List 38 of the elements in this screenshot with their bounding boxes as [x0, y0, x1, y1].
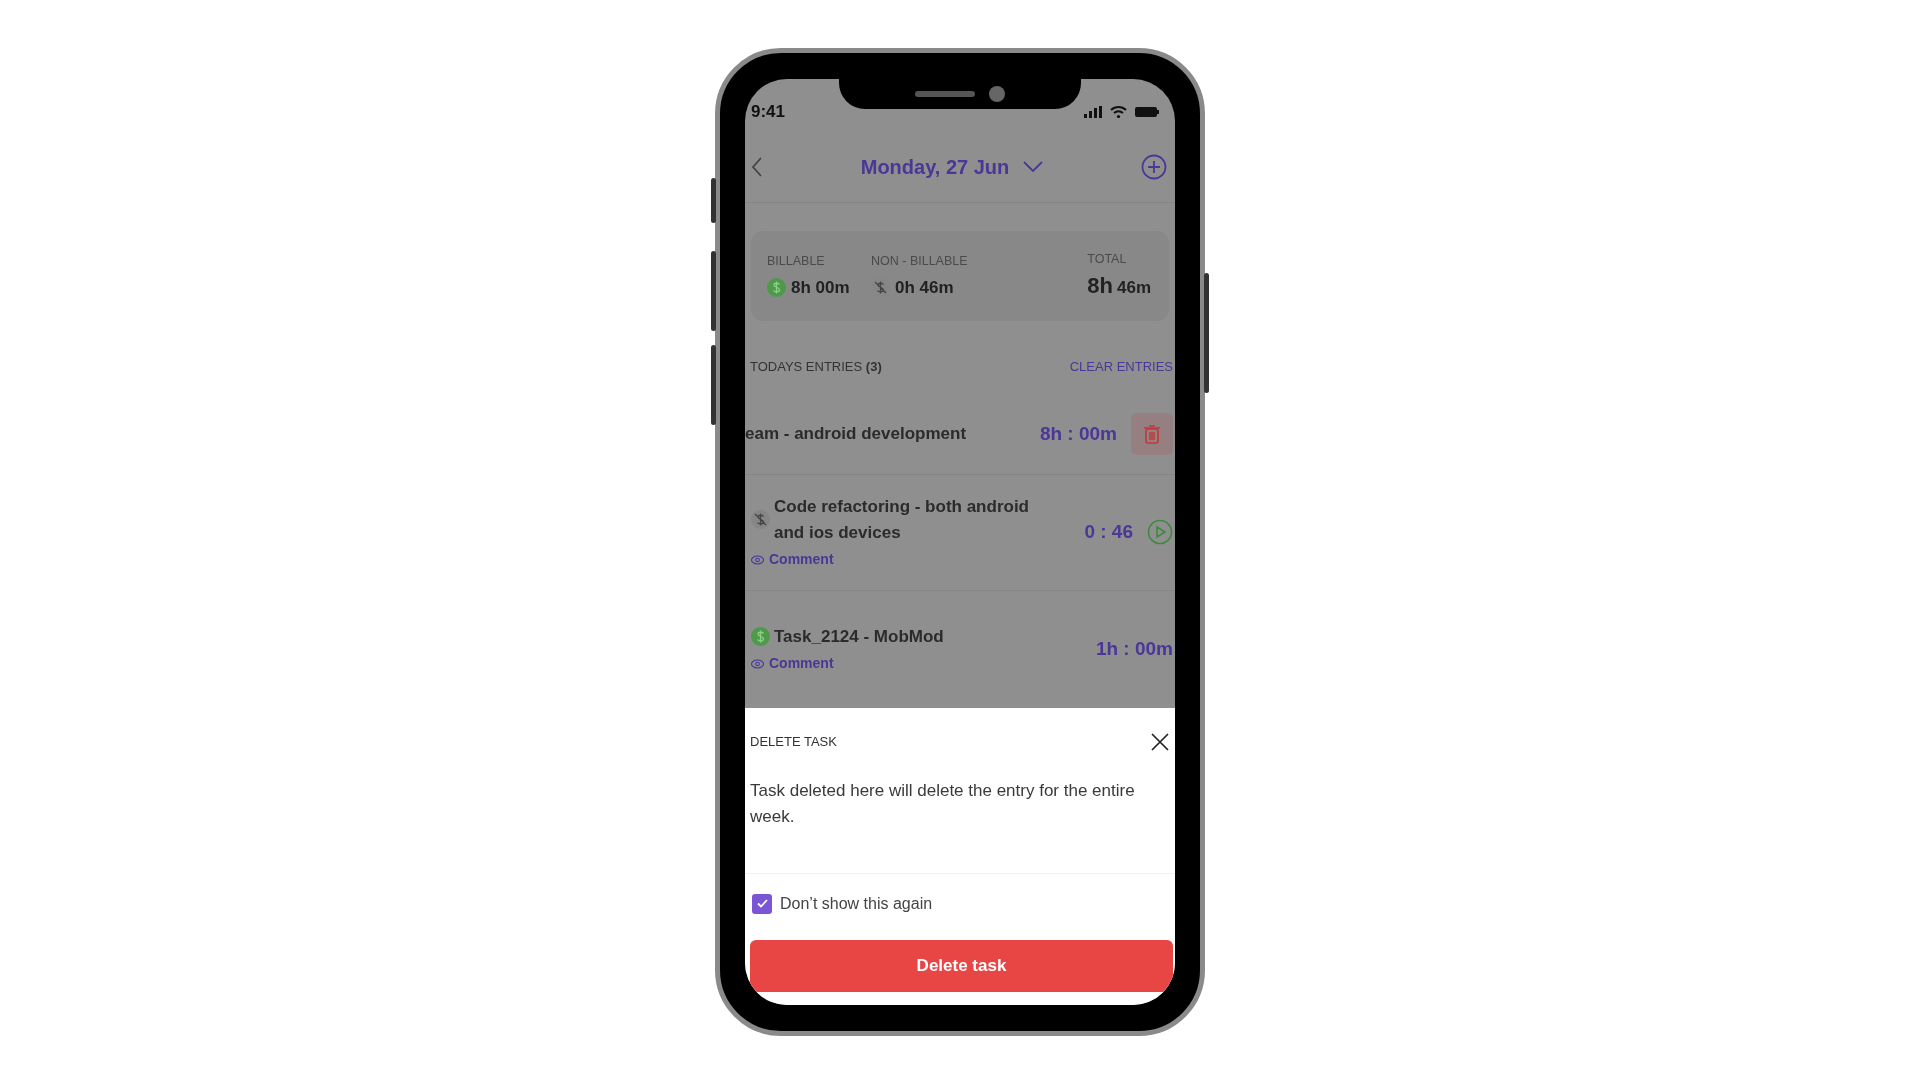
trash-icon [1144, 424, 1160, 444]
signal-icon [1084, 106, 1102, 118]
section-title: TODAYS ENTRIES (3) [750, 358, 882, 376]
date-selector[interactable]: Monday, 27 Jun [860, 151, 1044, 182]
status-time: 9:41 [751, 101, 786, 124]
entry-name: Code refactoring - both android and ios devices [774, 496, 1030, 544]
sheet-message: Task deleted here will delete the entry for the entire week. [745, 753, 1175, 874]
entry-name: Task_2124 - MobMod [774, 625, 944, 648]
summary-label: BILLABLE [767, 252, 826, 270]
sheet-title: DELETE TASK [750, 732, 837, 751]
check-icon [756, 899, 768, 908]
entry-duration: 1h : 00m [1095, 636, 1173, 661]
camera-icon [989, 86, 1005, 102]
plus-circle-icon [1141, 153, 1167, 180]
eye-icon [751, 658, 764, 669]
chevron-down-icon [1023, 161, 1044, 172]
summary-value: 8h 00m [791, 276, 850, 299]
wifi-icon [1110, 106, 1127, 118]
add-button[interactable] [1141, 153, 1167, 180]
entry-duration: 0 : 46 [1084, 519, 1133, 544]
comment-link[interactable]: Comment [751, 549, 1085, 570]
back-icon [751, 157, 763, 178]
play-icon [1147, 519, 1173, 545]
entry-name: eam - android development [745, 423, 967, 446]
total-label: TOTAL [1087, 251, 1128, 269]
summary-label: NON - BILLABLE [871, 252, 969, 270]
comment-link[interactable]: Comment [751, 653, 1096, 675]
clear-entries-link[interactable]: CLEAR ENTRIES [1069, 357, 1173, 377]
close-icon [1151, 733, 1169, 752]
speaker-icon [915, 91, 975, 97]
checkbox[interactable] [752, 893, 772, 914]
summary-value: 0h 46m [895, 276, 954, 299]
delete-task-button[interactable]: Delete task [750, 939, 1173, 992]
eye-icon [751, 554, 764, 565]
entry-duration: 8h : 00m [1039, 421, 1117, 446]
checkbox-label: Don’t show this again [780, 893, 933, 914]
battery-icon [1135, 106, 1159, 118]
total-value: 8h 46m [1087, 271, 1151, 300]
